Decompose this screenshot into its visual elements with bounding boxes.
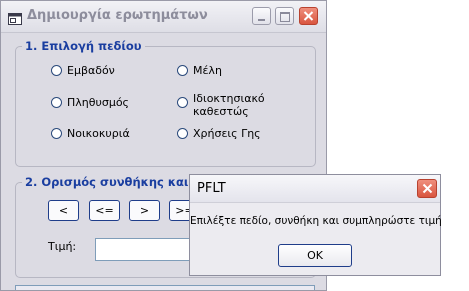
dialog-message: Επιλέξτε πεδίο, συνθήκη και συμπληρώστε …	[190, 215, 442, 227]
radio-label-ownership-status: Ιδιοκτησιακό καθεστώς	[193, 92, 265, 118]
less-than-button[interactable]: <	[48, 200, 79, 221]
window-titlebar[interactable]: Δημιουργία ερωτημάτων	[1, 1, 326, 33]
dialog-title: PFLT	[197, 181, 226, 196]
close-icon	[422, 183, 433, 194]
dialog-close-button[interactable]	[417, 179, 437, 198]
radio-circle[interactable]	[51, 128, 62, 139]
close-button[interactable]	[299, 7, 318, 25]
dialog-titlebar[interactable]: PFLT	[190, 175, 440, 203]
radio-circle[interactable]	[51, 65, 62, 76]
radio-label-area: Εμβαδόν	[67, 64, 115, 77]
results-area[interactable]	[15, 285, 315, 290]
radio-label-members: Μέλη	[193, 64, 222, 77]
minimize-button[interactable]	[252, 7, 271, 25]
app-window-icon	[8, 10, 22, 25]
less-or-equal-button[interactable]: <=	[89, 200, 120, 221]
greater-than-button[interactable]: >	[129, 200, 160, 221]
radio-circle[interactable]	[177, 97, 188, 108]
radio-label-land-use: Χρήσεις Γης	[193, 127, 261, 140]
message-dialog: PFLT Επιλέξτε πεδίο, συνθήκη και συμπληρ…	[189, 174, 442, 276]
radio-label-households: Νοικοκυριά	[67, 127, 130, 140]
value-label: Τιμή:	[48, 240, 77, 253]
close-icon	[303, 11, 314, 21]
window-title: Δημιουργία ερωτημάτων	[27, 8, 208, 23]
radio-circle[interactable]	[177, 65, 188, 76]
condition-legend: 2. Ορισμός συνθήκης και τιμ	[22, 175, 216, 189]
ok-button[interactable]: OK	[278, 244, 352, 267]
maximize-button[interactable]	[275, 7, 294, 25]
radio-label-line: Ιδιοκτησιακό	[193, 92, 265, 105]
radio-circle[interactable]	[177, 128, 188, 139]
field-selection-legend: 1. Επιλογή πεδίου	[22, 39, 145, 53]
radio-label-line: καθεστώς	[193, 105, 249, 118]
radio-circle[interactable]	[51, 97, 62, 108]
radio-label-population: Πληθυσμός	[67, 96, 130, 109]
